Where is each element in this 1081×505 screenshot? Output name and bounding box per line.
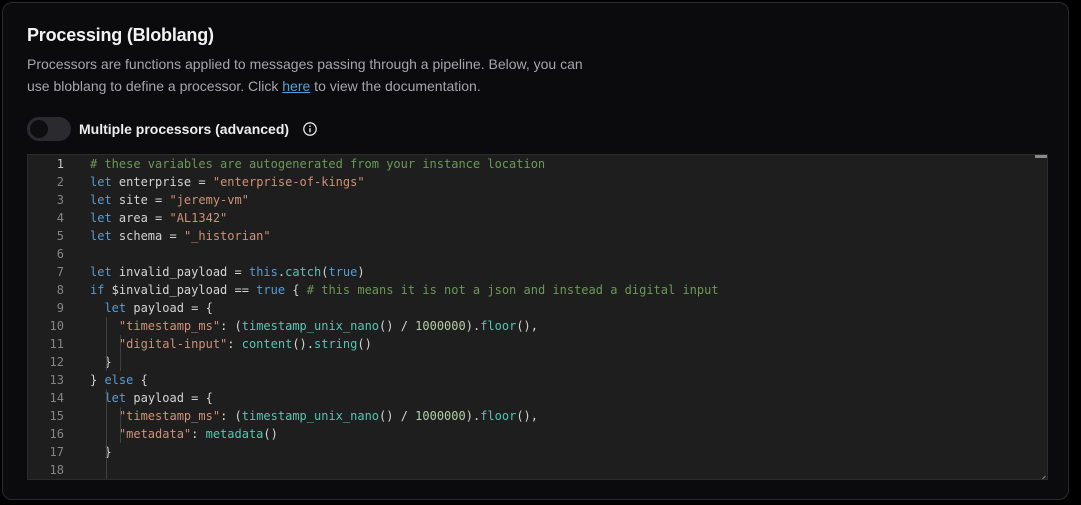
code-line[interactable]: 13 } else { [28, 371, 1047, 389]
code-line[interactable]: 16 "metadata": metadata() [28, 425, 1047, 443]
info-circle-icon[interactable] [303, 122, 317, 136]
line-number: 17 [49, 445, 64, 459]
code-text: let site = "jeremy-vm" [90, 193, 249, 207]
line-number: 14 [49, 391, 64, 405]
code-line[interactable]: 9 let payload = { [28, 299, 1047, 317]
line-number: 12 [49, 355, 64, 369]
bloblang-code-editor[interactable]: 1 # these variables are autogenerated fro… [27, 154, 1048, 480]
line-number: 15 [49, 409, 64, 423]
code-line[interactable]: 7 let invalid_payload = this.catch(true) [28, 263, 1047, 281]
code-text: # these variables are autogenerated from… [90, 157, 546, 171]
line-number: 2 [56, 175, 64, 189]
code-line[interactable]: 14 let payload = { [28, 389, 1047, 407]
code-line[interactable]: 12 } [28, 353, 1047, 371]
section-title: Processing (Bloblang) [27, 25, 214, 45]
line-number: 7 [56, 265, 64, 279]
code-text: let invalid_payload = this.catch(true) [90, 265, 365, 279]
code-line[interactable]: 1 # these variables are autogenerated fro… [28, 155, 1047, 173]
indent-guide [106, 389, 107, 479]
code-text: } else { [90, 373, 148, 387]
line-number: 13 [49, 373, 64, 387]
line-number: 18 [49, 463, 64, 477]
code-text: let payload = { [104, 301, 213, 315]
code-line[interactable]: 8 if $invalid_payload == true { # this me… [28, 281, 1047, 299]
indent-guide [120, 335, 121, 371]
code-line[interactable]: 17 } [28, 443, 1047, 461]
code-line[interactable]: 11 "digital-input": content().string() [28, 335, 1047, 353]
processing-card: Processing (Bloblang) Processors are fun… [2, 2, 1069, 500]
code-line[interactable]: 10 "timestamp_ms": (timestamp_unix_nano(… [28, 317, 1047, 335]
resize-grip-icon[interactable] [1038, 470, 1046, 479]
code-text: "timestamp_ms": (timestamp_unix_nano() /… [118, 409, 538, 423]
code-line[interactable]: 15 "timestamp_ms": (timestamp_unix_nano(… [28, 407, 1047, 425]
code-line[interactable]: 3 let site = "jeremy-vm" [28, 191, 1047, 209]
line-number: 6 [56, 247, 64, 261]
indent-guide [106, 317, 107, 371]
indent-guide [120, 407, 121, 443]
code-line[interactable]: 18 [28, 461, 1047, 479]
description-text-end: to view the documentation. [310, 78, 481, 94]
code-text: let payload = { [104, 391, 213, 405]
line-number: 1 [56, 157, 64, 171]
code-text: let enterprise = "enterprise-of-kings" [90, 175, 365, 189]
line-number: 3 [56, 193, 64, 207]
editor-scrollbar[interactable] [1035, 155, 1047, 158]
code-text: } [90, 355, 112, 369]
line-number: 5 [56, 229, 64, 243]
code-text: let area = "AL1342" [90, 211, 228, 225]
line-number: 4 [56, 211, 64, 225]
multiple-processors-label: Multiple processors (advanced) [79, 121, 290, 137]
code-text: "digital-input": content().string() [118, 337, 372, 351]
toggle-knob [30, 120, 48, 138]
line-number: 9 [56, 301, 64, 315]
multiple-processors-toggle[interactable] [27, 117, 71, 141]
code-text: "timestamp_ms": (timestamp_unix_nano() /… [118, 319, 538, 333]
section-description: Processors are functions applied to mess… [27, 53, 587, 97]
code-line[interactable]: 6 [28, 245, 1047, 263]
code-text: "metadata": metadata() [118, 427, 278, 441]
code-text: let schema = "_historian" [90, 229, 271, 243]
code-line[interactable]: 5 let schema = "_historian" [28, 227, 1047, 245]
code-line[interactable]: 4 let area = "AL1342" [28, 209, 1047, 227]
code-text: } [90, 445, 112, 459]
multiple-processors-row: Multiple processors (advanced) [27, 117, 317, 141]
documentation-link[interactable]: here [282, 78, 310, 94]
line-number: 11 [49, 337, 64, 351]
code-text: if $invalid_payload == true { # this mea… [90, 283, 719, 297]
line-number: 10 [49, 319, 64, 333]
line-number: 8 [56, 283, 64, 297]
code-line[interactable]: 2 let enterprise = "enterprise-of-kings" [28, 173, 1047, 191]
line-number: 16 [49, 427, 64, 441]
